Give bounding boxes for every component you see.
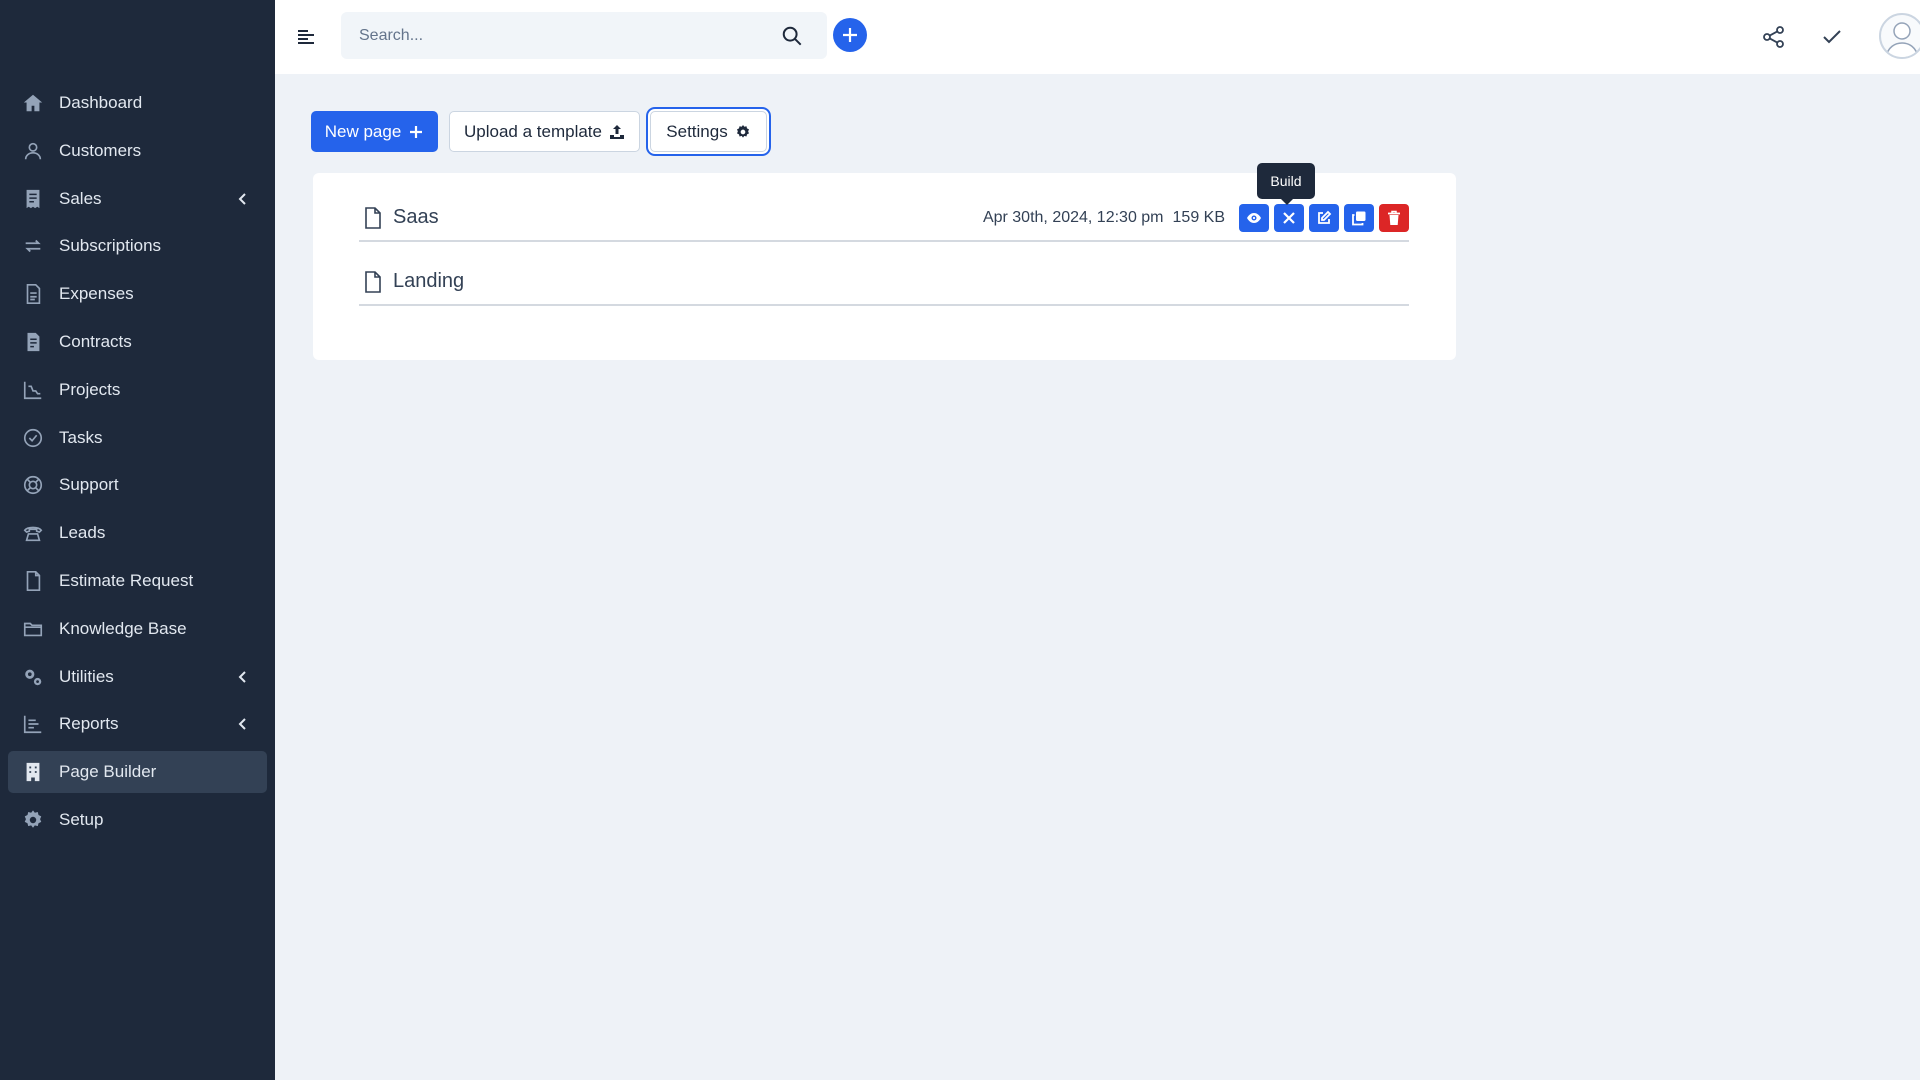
sidebar-item-subscriptions[interactable]: Subscriptions (8, 225, 267, 267)
sidebar-item-label: Customers (59, 140, 142, 160)
page-meta: Apr 30th, 2024, 12:30 pm 159 KB (983, 204, 1409, 232)
quick-add-button[interactable] (833, 18, 867, 52)
upload-template-label: Upload a template (464, 121, 602, 141)
user-avatar-icon (1885, 22, 1919, 57)
page-date: Apr 30th, 2024, 12:30 pm (982, 209, 1164, 226)
folder-icon (22, 618, 44, 640)
sidebar-item-label: Setup (59, 809, 104, 829)
upload-template-button[interactable]: Upload a template (449, 111, 640, 152)
duplicate-button[interactable] (1344, 204, 1374, 232)
sidebar-item-knowledge-base[interactable]: Knowledge Base (8, 608, 267, 650)
user-icon (22, 140, 44, 162)
search-icon[interactable] (781, 25, 803, 47)
sidebar-item-label: Contracts (59, 331, 132, 351)
sidebar-item-label: Dashboard (59, 93, 143, 112)
page-name[interactable]: Landing (393, 270, 464, 293)
build-tooltip: Build (1257, 163, 1315, 205)
chart-bar-icon (22, 713, 44, 735)
page-size: 159 KB (1172, 209, 1225, 226)
delete-button[interactable] (1379, 204, 1409, 232)
new-page-button[interactable]: New page (311, 111, 438, 152)
phone-icon (22, 522, 44, 544)
lifebuoy-icon (22, 474, 44, 496)
sidebar-item-label: Expenses (59, 284, 134, 304)
avatar[interactable] (1879, 13, 1920, 59)
preview-button[interactable] (1239, 204, 1269, 232)
page-row: Saas Apr 30th, 2024, 12:30 pm 159 KB (359, 195, 1409, 242)
sidebar-item-label: Estimate Request (59, 570, 194, 590)
sidebar-item-label: Tasks (59, 427, 103, 447)
sidebar-item-utilities[interactable]: Utilities (8, 656, 267, 698)
gears-icon (22, 666, 44, 688)
document-icon (22, 570, 44, 592)
file-icon (365, 270, 381, 293)
gear-icon (736, 124, 749, 138)
sidebar-item-setup[interactable]: Setup (8, 799, 267, 841)
sidebar-item-label: Page Builder (59, 762, 157, 782)
sidebar: Dashboard Customers Sales Subscriptions … (0, 0, 275, 1080)
chevron-left-icon (238, 192, 246, 205)
receipt-icon (22, 188, 44, 210)
sidebar-item-expenses[interactable]: Expenses (8, 273, 267, 315)
building-icon (22, 761, 44, 783)
search-box (341, 12, 827, 59)
chevron-left-icon (238, 670, 246, 683)
menu-toggle-icon[interactable] (295, 26, 317, 48)
chart-line-icon (22, 379, 44, 401)
document-text-icon (22, 283, 44, 305)
sidebar-item-projects[interactable]: Projects (8, 369, 267, 411)
trash-icon (1388, 210, 1400, 225)
sidebar-item-label: Utilities (59, 666, 114, 686)
sidebar-item-support[interactable]: Support (8, 464, 267, 506)
gear-icon (22, 809, 44, 831)
top-header (275, 0, 1920, 74)
sidebar-item-label: Projects (59, 379, 121, 399)
sidebar-item-label: Reports (59, 714, 119, 734)
upload-icon (609, 124, 624, 139)
sidebar-item-dashboard[interactable]: Dashboard (8, 82, 267, 124)
sidebar-item-contracts[interactable]: Contracts (8, 321, 267, 363)
tools-icon (1283, 212, 1295, 224)
page-name[interactable]: Saas (393, 206, 439, 229)
edit-button[interactable] (1309, 204, 1339, 232)
chevron-left-icon (238, 718, 246, 731)
sidebar-nav: Dashboard Customers Sales Subscriptions … (0, 82, 275, 847)
home-icon (22, 92, 44, 114)
refresh-icon (22, 235, 44, 257)
contract-icon (22, 331, 44, 353)
search-input[interactable] (341, 12, 761, 59)
settings-button[interactable]: Settings (650, 111, 767, 152)
sidebar-item-label: Knowledge Base (59, 618, 187, 638)
plus-icon (843, 28, 857, 42)
copy-icon (1352, 211, 1366, 226)
sidebar-item-label: Subscriptions (59, 236, 162, 256)
eye-icon (1247, 213, 1261, 223)
sidebar-item-label: Leads (59, 523, 106, 543)
plus-icon (410, 125, 423, 138)
sidebar-item-customers[interactable]: Customers (8, 130, 267, 172)
check-icon[interactable] (1819, 24, 1845, 50)
settings-label: Settings (666, 121, 728, 141)
share-icon[interactable] (1761, 24, 1787, 50)
sidebar-item-tasks[interactable]: Tasks (8, 417, 267, 459)
sidebar-item-estimate-request[interactable]: Estimate Request (8, 560, 267, 602)
new-page-label: New page (324, 121, 402, 141)
sidebar-item-sales[interactable]: Sales (8, 178, 267, 220)
sidebar-item-page-builder[interactable]: Page Builder (8, 751, 267, 794)
file-icon (365, 206, 381, 229)
edit-icon (1318, 210, 1332, 224)
page-row: Landing (359, 259, 1409, 306)
sidebar-item-label: Sales (59, 188, 102, 208)
sidebar-item-leads[interactable]: Leads (8, 512, 267, 554)
build-button[interactable] (1274, 204, 1304, 232)
sidebar-item-label: Support (59, 475, 119, 495)
check-circle-icon (22, 427, 44, 449)
sidebar-item-reports[interactable]: Reports (8, 703, 267, 745)
